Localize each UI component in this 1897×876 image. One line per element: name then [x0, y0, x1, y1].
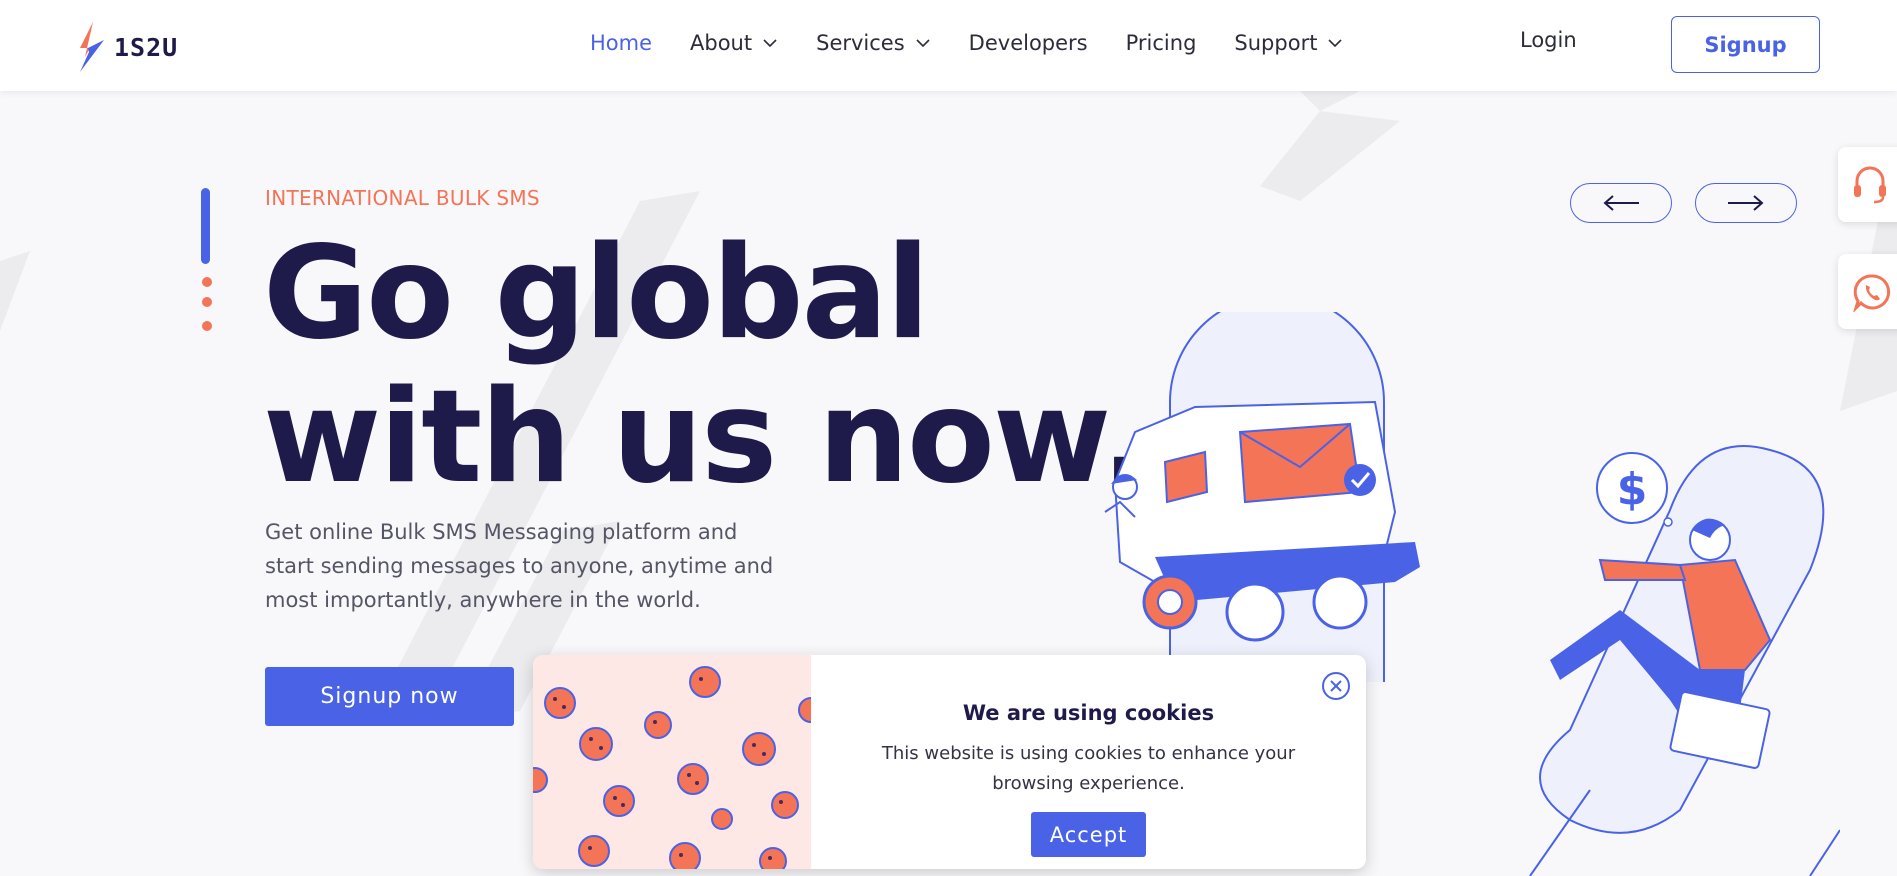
lightning-logo-icon: [80, 22, 104, 72]
hero-accent-dot: [202, 321, 212, 331]
site-header: 1S2U Home About Services Developers Pric…: [0, 0, 1897, 91]
whatsapp-widget-button[interactable]: [1838, 254, 1897, 329]
signup-now-button[interactable]: Signup now: [265, 667, 514, 726]
hero-headline-line1: Go global: [263, 219, 930, 368]
nav-item-services[interactable]: Services: [816, 31, 931, 55]
hero-accent-bar: [201, 188, 210, 264]
chevron-down-icon: [1328, 39, 1343, 48]
cookie-title: We are using cookies: [962, 701, 1215, 725]
nav-item-label: Pricing: [1125, 31, 1197, 55]
accept-cookies-button[interactable]: Accept: [1031, 812, 1146, 857]
arrow-right-icon: [1728, 195, 1764, 211]
delivery-van-illustration: [1104, 312, 1420, 682]
cookie-popup: We are using cookies This website is usi…: [533, 655, 1366, 869]
svg-text:$: $: [1617, 464, 1648, 515]
nav-item-label: Support: [1234, 31, 1318, 55]
login-link[interactable]: Login: [1520, 28, 1577, 52]
cookie-text: This website is using cookies to enhance…: [881, 743, 1296, 794]
hero-accent-dot: [202, 277, 212, 287]
brand-logo[interactable]: 1S2U: [76, 22, 178, 72]
nav-item-pricing[interactable]: Pricing: [1126, 31, 1197, 55]
hero-headline: Go global with us now.: [263, 219, 1150, 512]
nav-item-label: Services: [816, 31, 905, 55]
carousel-next-button[interactable]: [1695, 183, 1797, 223]
hero-headline-line2: with us now.: [263, 363, 1150, 512]
arrow-left-icon: [1603, 195, 1639, 211]
headset-icon: [1854, 166, 1886, 203]
hero-accent-dot: [202, 297, 212, 307]
hero-eyebrow: INTERNATIONAL BULK SMS: [265, 186, 540, 210]
nav-item-label: About: [690, 31, 753, 55]
nav-item-home[interactable]: Home: [590, 31, 652, 55]
support-widget-button[interactable]: [1838, 147, 1897, 222]
hero-subtext: Get online Bulk SMS Messaging platform a…: [265, 520, 774, 612]
nav-item-label: Home: [590, 31, 653, 55]
nav-item-label: Developers: [968, 31, 1088, 55]
nav-item-about[interactable]: About: [690, 31, 778, 55]
brand-name: 1S2U: [114, 32, 179, 62]
businessman-illustration: $: [1529, 445, 1840, 876]
chevron-down-icon: [763, 39, 777, 48]
cookie-pattern-image: [533, 655, 811, 869]
carousel-prev-button[interactable]: [1570, 183, 1672, 223]
signup-button[interactable]: Signup: [1671, 16, 1820, 73]
close-icon[interactable]: [1321, 671, 1351, 701]
chevron-down-icon: [916, 39, 930, 48]
nav-item-support[interactable]: Support: [1234, 31, 1343, 55]
main-nav: Home About Services Developers Pricing S…: [590, 28, 1381, 58]
whatsapp-icon: [1853, 273, 1891, 312]
nav-item-developers[interactable]: Developers: [969, 31, 1088, 55]
